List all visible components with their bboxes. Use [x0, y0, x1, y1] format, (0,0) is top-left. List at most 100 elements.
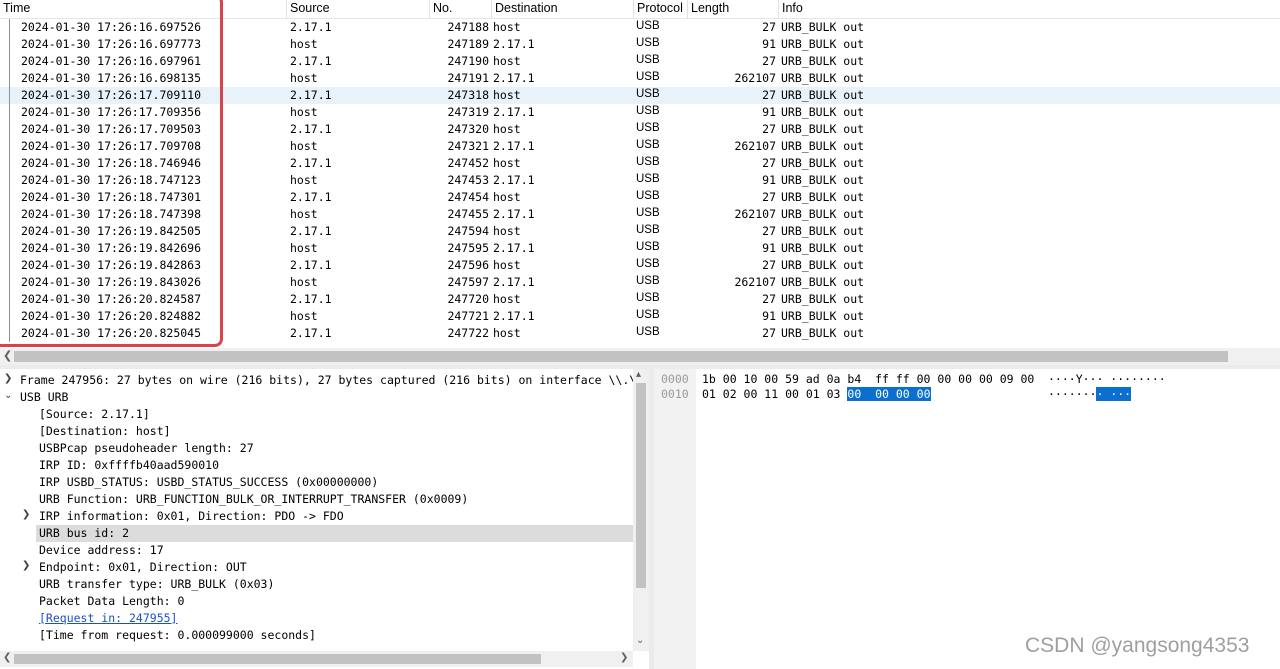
detail-line[interactable]: [Request in: 247955] [36, 610, 633, 627]
column-header-length[interactable]: Length [691, 1, 729, 15]
detail-line[interactable]: URB Function: URB_FUNCTION_BULK_OR_INTER… [36, 491, 633, 508]
packet-row[interactable]: 2024-01-30 17:26:18.747123 host 247453 2.17… [0, 172, 1280, 189]
cell-length: 27 [762, 20, 776, 34]
column-header-destination[interactable]: Destination [495, 1, 558, 15]
packet-row[interactable]: 2024-01-30 17:26:19.842863 2.17.1 247596 ho… [0, 257, 1280, 274]
packet-row[interactable]: 2024-01-30 17:26:19.843026 host 247597 2.17… [0, 274, 1280, 291]
cell-source: host [290, 173, 318, 187]
detail-line[interactable]: URB bus id: 2 [36, 525, 633, 542]
cell-source: 2.17.1 [290, 326, 332, 340]
column-header-time[interactable]: Time [3, 1, 30, 15]
cell-protocol: USB [636, 54, 660, 66]
cell-no: 247722 [447, 326, 489, 340]
cell-length: 91 [762, 173, 776, 187]
packet-row[interactable]: 2024-01-30 17:26:18.747301 2.17.1 247454 ho… [0, 189, 1280, 206]
expand-chevron-icon[interactable]: ❯ [4, 373, 12, 384]
packet-list-horizontal-scrollbar[interactable]: ❮ [0, 348, 1280, 365]
scroll-left-icon[interactable]: ❮ [3, 652, 11, 663]
packet-row[interactable]: 2024-01-30 17:26:19.842505 2.17.1 247594 ho… [0, 223, 1280, 240]
packet-row[interactable]: 2024-01-30 17:26:17.709356 host 247319 2.17… [0, 104, 1280, 121]
detail-line[interactable]: USBPcap pseudoheader length: 27 [36, 440, 633, 457]
detail-line[interactable]: ❯ Frame 247956: 27 bytes on wire (216 bit… [0, 372, 633, 389]
cell-time: 2024-01-30 17:26:18.747301 [21, 190, 202, 204]
packet-row[interactable]: 2024-01-30 17:26:17.709110 2.17.1 247318 ho… [0, 87, 1280, 104]
expand-chevron-icon[interactable]: ❯ [22, 560, 30, 571]
packet-row[interactable]: 2024-01-30 17:26:19.842696 host 247595 2.17… [0, 240, 1280, 257]
cell-destination: 2.17.1 [493, 241, 535, 255]
scroll-up-icon[interactable]: ▴ [636, 369, 641, 380]
packet-row[interactable]: 2024-01-30 17:26:16.697961 2.17.1 247190 ho… [0, 53, 1280, 70]
cell-time: 2024-01-30 17:26:18.747123 [21, 173, 202, 187]
cell-time: 2024-01-30 17:26:20.824587 [21, 292, 202, 306]
scrollbar-thumb[interactable] [636, 383, 646, 588]
collapse-chevron-icon[interactable]: ⌄ [4, 390, 12, 401]
scroll-left-icon[interactable]: ❮ [3, 349, 12, 362]
details-vertical-scrollbar[interactable]: ▴ ⌄ [633, 369, 649, 651]
conversation-line [9, 223, 10, 240]
scrollbar-thumb[interactable] [14, 654, 541, 664]
cell-source: 2.17.1 [290, 224, 332, 238]
packet-row[interactable]: 2024-01-30 17:26:16.697773 host 247189 2.17… [0, 36, 1280, 53]
detail-line[interactable]: IRP USBD_STATUS: USBD_STATUS_SUCCESS (0x… [36, 474, 633, 491]
detail-line[interactable]: ❯ Endpoint: 0x01, Direction: OUT [22, 559, 633, 576]
byte-row[interactable]: 0010 01 02 00 11 00 01 03 00 00 00 00 ····… [654, 386, 1280, 403]
packet-row[interactable]: 2024-01-30 17:26:20.825045 2.17.1 247722 ho… [0, 325, 1280, 342]
request-in-link[interactable]: [Request in: 247955] [39, 611, 177, 625]
cell-info: URB_BULK out [781, 326, 865, 340]
detail-line[interactable]: ❯ IRP information: 0x01, Direction: PDO -… [22, 508, 633, 525]
column-header-no[interactable]: No. [433, 1, 452, 15]
cell-source: 2.17.1 [290, 190, 332, 204]
packet-row[interactable]: 2024-01-30 17:26:20.824587 2.17.1 247720 ho… [0, 291, 1280, 308]
cell-protocol: USB [636, 37, 660, 49]
column-header-protocol[interactable]: Protocol [637, 1, 683, 15]
detail-line[interactable]: URB transfer type: URB_BULK (0x03) [36, 576, 633, 593]
packet-bytes-pane[interactable]: 0000 1b 00 10 00 59 ad 0a b4 ff ff 00 00 … [654, 369, 1280, 669]
detail-line[interactable]: Packet Data Length: 0 [36, 593, 633, 610]
cell-destination: host [493, 156, 521, 170]
packet-row[interactable]: 2024-01-30 17:26:16.698135 host 247191 2.17… [0, 70, 1280, 87]
column-header-source[interactable]: Source [290, 1, 330, 15]
detail-line[interactable]: [Source: 2.17.1] [36, 406, 633, 423]
detail-line[interactable]: [Time from request: 0.000099000 seconds] [36, 627, 633, 644]
cell-protocol: USB [636, 156, 660, 168]
detail-line[interactable]: Device address: 17 [36, 542, 633, 559]
packet-row[interactable]: 2024-01-30 17:26:18.747398 host 247455 2.17… [0, 206, 1280, 223]
cell-length: 27 [762, 122, 776, 136]
column-header-info[interactable]: Info [782, 1, 803, 15]
packet-list[interactable]: Time Source No. Destination Protocol Len… [0, 0, 1280, 348]
ascii-bytes[interactable]: ········ ··· [1048, 387, 1132, 401]
hex-bytes[interactable]: 01 02 00 11 00 01 03 00 00 00 00 [702, 387, 931, 401]
ascii-bytes[interactable]: ····Y··· ········ [1048, 372, 1166, 386]
scrollbar-thumb[interactable] [14, 351, 1228, 362]
conversation-line [9, 291, 10, 308]
packet-details-tree[interactable]: ❯ Frame 247956: 27 bytes on wire (216 bit… [0, 369, 633, 651]
packet-row[interactable]: 2024-01-30 17:26:20.824882 host 247721 2.17… [0, 308, 1280, 325]
detail-line[interactable]: IRP ID: 0xffffb40aad590010 [36, 457, 633, 474]
detail-text: Endpoint: 0x01, Direction: OUT [39, 560, 247, 574]
packet-row[interactable]: 2024-01-30 17:26:17.709503 2.17.1 247320 ho… [0, 121, 1280, 138]
cell-time: 2024-01-30 17:26:20.824882 [21, 309, 202, 323]
cell-info: URB_BULK out [781, 258, 865, 272]
conversation-line [9, 19, 10, 36]
cell-time: 2024-01-30 17:26:17.709110 [21, 88, 202, 102]
details-horizontal-scrollbar[interactable]: ❮ ❯ [0, 651, 633, 667]
detail-line[interactable]: [Destination: host] [36, 423, 633, 440]
hex-bytes[interactable]: 1b 00 10 00 59 ad 0a b4 ff ff 00 00 00 0… [702, 372, 1034, 386]
cell-protocol: USB [636, 20, 660, 32]
detail-text: Device address: 17 [39, 543, 164, 557]
detail-line[interactable]: ⌄ USB URB [0, 389, 633, 406]
conversation-line [9, 155, 10, 172]
packet-row[interactable]: 2024-01-30 17:26:16.697526 2.17.1 247188 ho… [0, 19, 1280, 36]
cell-length: 27 [762, 292, 776, 306]
expand-chevron-icon[interactable]: ❯ [22, 509, 30, 520]
packet-row[interactable]: 2024-01-30 17:26:18.746946 2.17.1 247452 ho… [0, 155, 1280, 172]
ascii-selected: · ··· [1096, 387, 1132, 401]
conversation-line [9, 325, 10, 342]
cell-length: 262107 [734, 207, 776, 221]
hex-bytes-plain: 01 02 00 11 00 01 03 [702, 387, 848, 401]
scroll-right-icon[interactable]: ❯ [620, 652, 628, 663]
packet-row[interactable]: 2024-01-30 17:26:17.709708 host 247321 2.17… [0, 138, 1280, 155]
scroll-down-icon[interactable]: ⌄ [636, 635, 644, 646]
conversation-line [9, 121, 10, 138]
cell-protocol: USB [636, 139, 660, 151]
